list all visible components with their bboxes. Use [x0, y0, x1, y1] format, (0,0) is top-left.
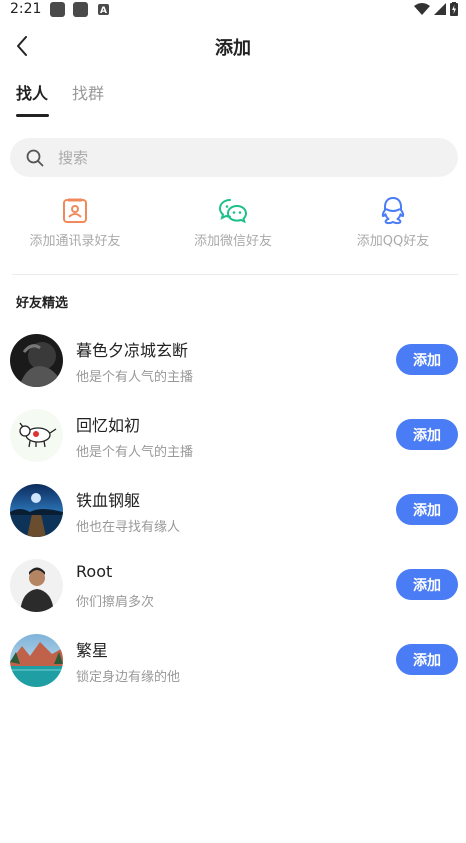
friend-description: 他也在寻找有缘人: [76, 520, 181, 535]
add-wechat-friend-button[interactable]: 添加微信好友: [158, 196, 308, 249]
friend-description: 他是个有人气的主播: [76, 445, 194, 460]
friend-name: Root: [76, 562, 113, 581]
search-input[interactable]: [58, 148, 358, 167]
list-item[interactable]: 暮色夕凉城玄断 他是个有人气的主播 添加: [0, 330, 466, 405]
add-friend-button[interactable]: 添加: [396, 344, 458, 375]
add-qq-friend-button[interactable]: 添加QQ好友: [318, 196, 466, 249]
list-item[interactable]: 铁血钢躯 他也在寻找有缘人 添加: [0, 480, 466, 555]
quick-action-label: 添加QQ好友: [356, 234, 430, 249]
avatar: [10, 409, 63, 462]
divider: [12, 274, 458, 275]
tab-find-groups[interactable]: 找群: [72, 80, 104, 116]
avatar: [10, 634, 63, 687]
signal-icon: [434, 3, 446, 15]
status-time: 2:21: [10, 1, 42, 17]
quick-action-label: 添加通讯录好友: [29, 234, 121, 249]
tab-bar: 找人 找群: [16, 80, 104, 117]
wechat-icon: [218, 196, 248, 226]
notification-icon: [50, 2, 65, 17]
wifi-icon: [414, 2, 430, 15]
friend-list: 暮色夕凉城玄断 他是个有人气的主播 添加 回忆如初 他是个有人气的主播 添加 铁…: [0, 330, 466, 705]
avatar: [10, 559, 63, 612]
tab-label: 找群: [72, 84, 105, 103]
quick-action-label: 添加微信好友: [193, 234, 272, 249]
quick-actions: 添加通讯录好友 添加微信好友 添加QQ好友: [0, 196, 466, 256]
search-icon: [26, 149, 44, 166]
header: 添加: [0, 26, 466, 66]
qq-icon: [378, 196, 408, 226]
friend-name: 铁血钢躯: [76, 491, 141, 510]
add-friend-button[interactable]: 添加: [396, 644, 458, 675]
avatar: [10, 484, 63, 537]
search-bar[interactable]: [10, 138, 458, 177]
battery-icon: [450, 2, 458, 16]
contacts-book-icon: [60, 196, 90, 226]
add-friend-button[interactable]: 添加: [396, 494, 458, 525]
app-notification-icon: A: [98, 4, 109, 16]
tab-active-indicator: [16, 114, 49, 117]
friend-name: 暮色夕凉城玄断: [76, 341, 189, 360]
tab-find-people[interactable]: 找人: [16, 80, 49, 117]
status-indicators: [414, 2, 458, 16]
list-item[interactable]: 回忆如初 他是个有人气的主播 添加: [0, 405, 466, 480]
section-title: 好友精选: [16, 296, 69, 311]
tab-label: 找人: [16, 84, 49, 103]
friend-description: 你们擦肩多次: [76, 595, 155, 610]
page-title: 添加: [215, 38, 251, 59]
add-friend-button[interactable]: 添加: [396, 569, 458, 600]
friend-description: 他是个有人气的主播: [76, 370, 194, 385]
status-bar: 2:21 A: [0, 0, 466, 20]
avatar: [10, 334, 63, 387]
list-item[interactable]: 繁星 锁定身边有缘的他 添加: [0, 630, 466, 705]
notification-icon: [73, 2, 88, 17]
friend-name: 繁星: [76, 641, 109, 660]
friend-name: 回忆如初: [76, 416, 141, 435]
friend-description: 锁定身边有缘的他: [76, 670, 181, 685]
list-item[interactable]: Root 你们擦肩多次 添加: [0, 555, 466, 630]
add-contacts-friend-button[interactable]: 添加通讯录好友: [0, 196, 150, 249]
add-friend-button[interactable]: 添加: [396, 419, 458, 450]
